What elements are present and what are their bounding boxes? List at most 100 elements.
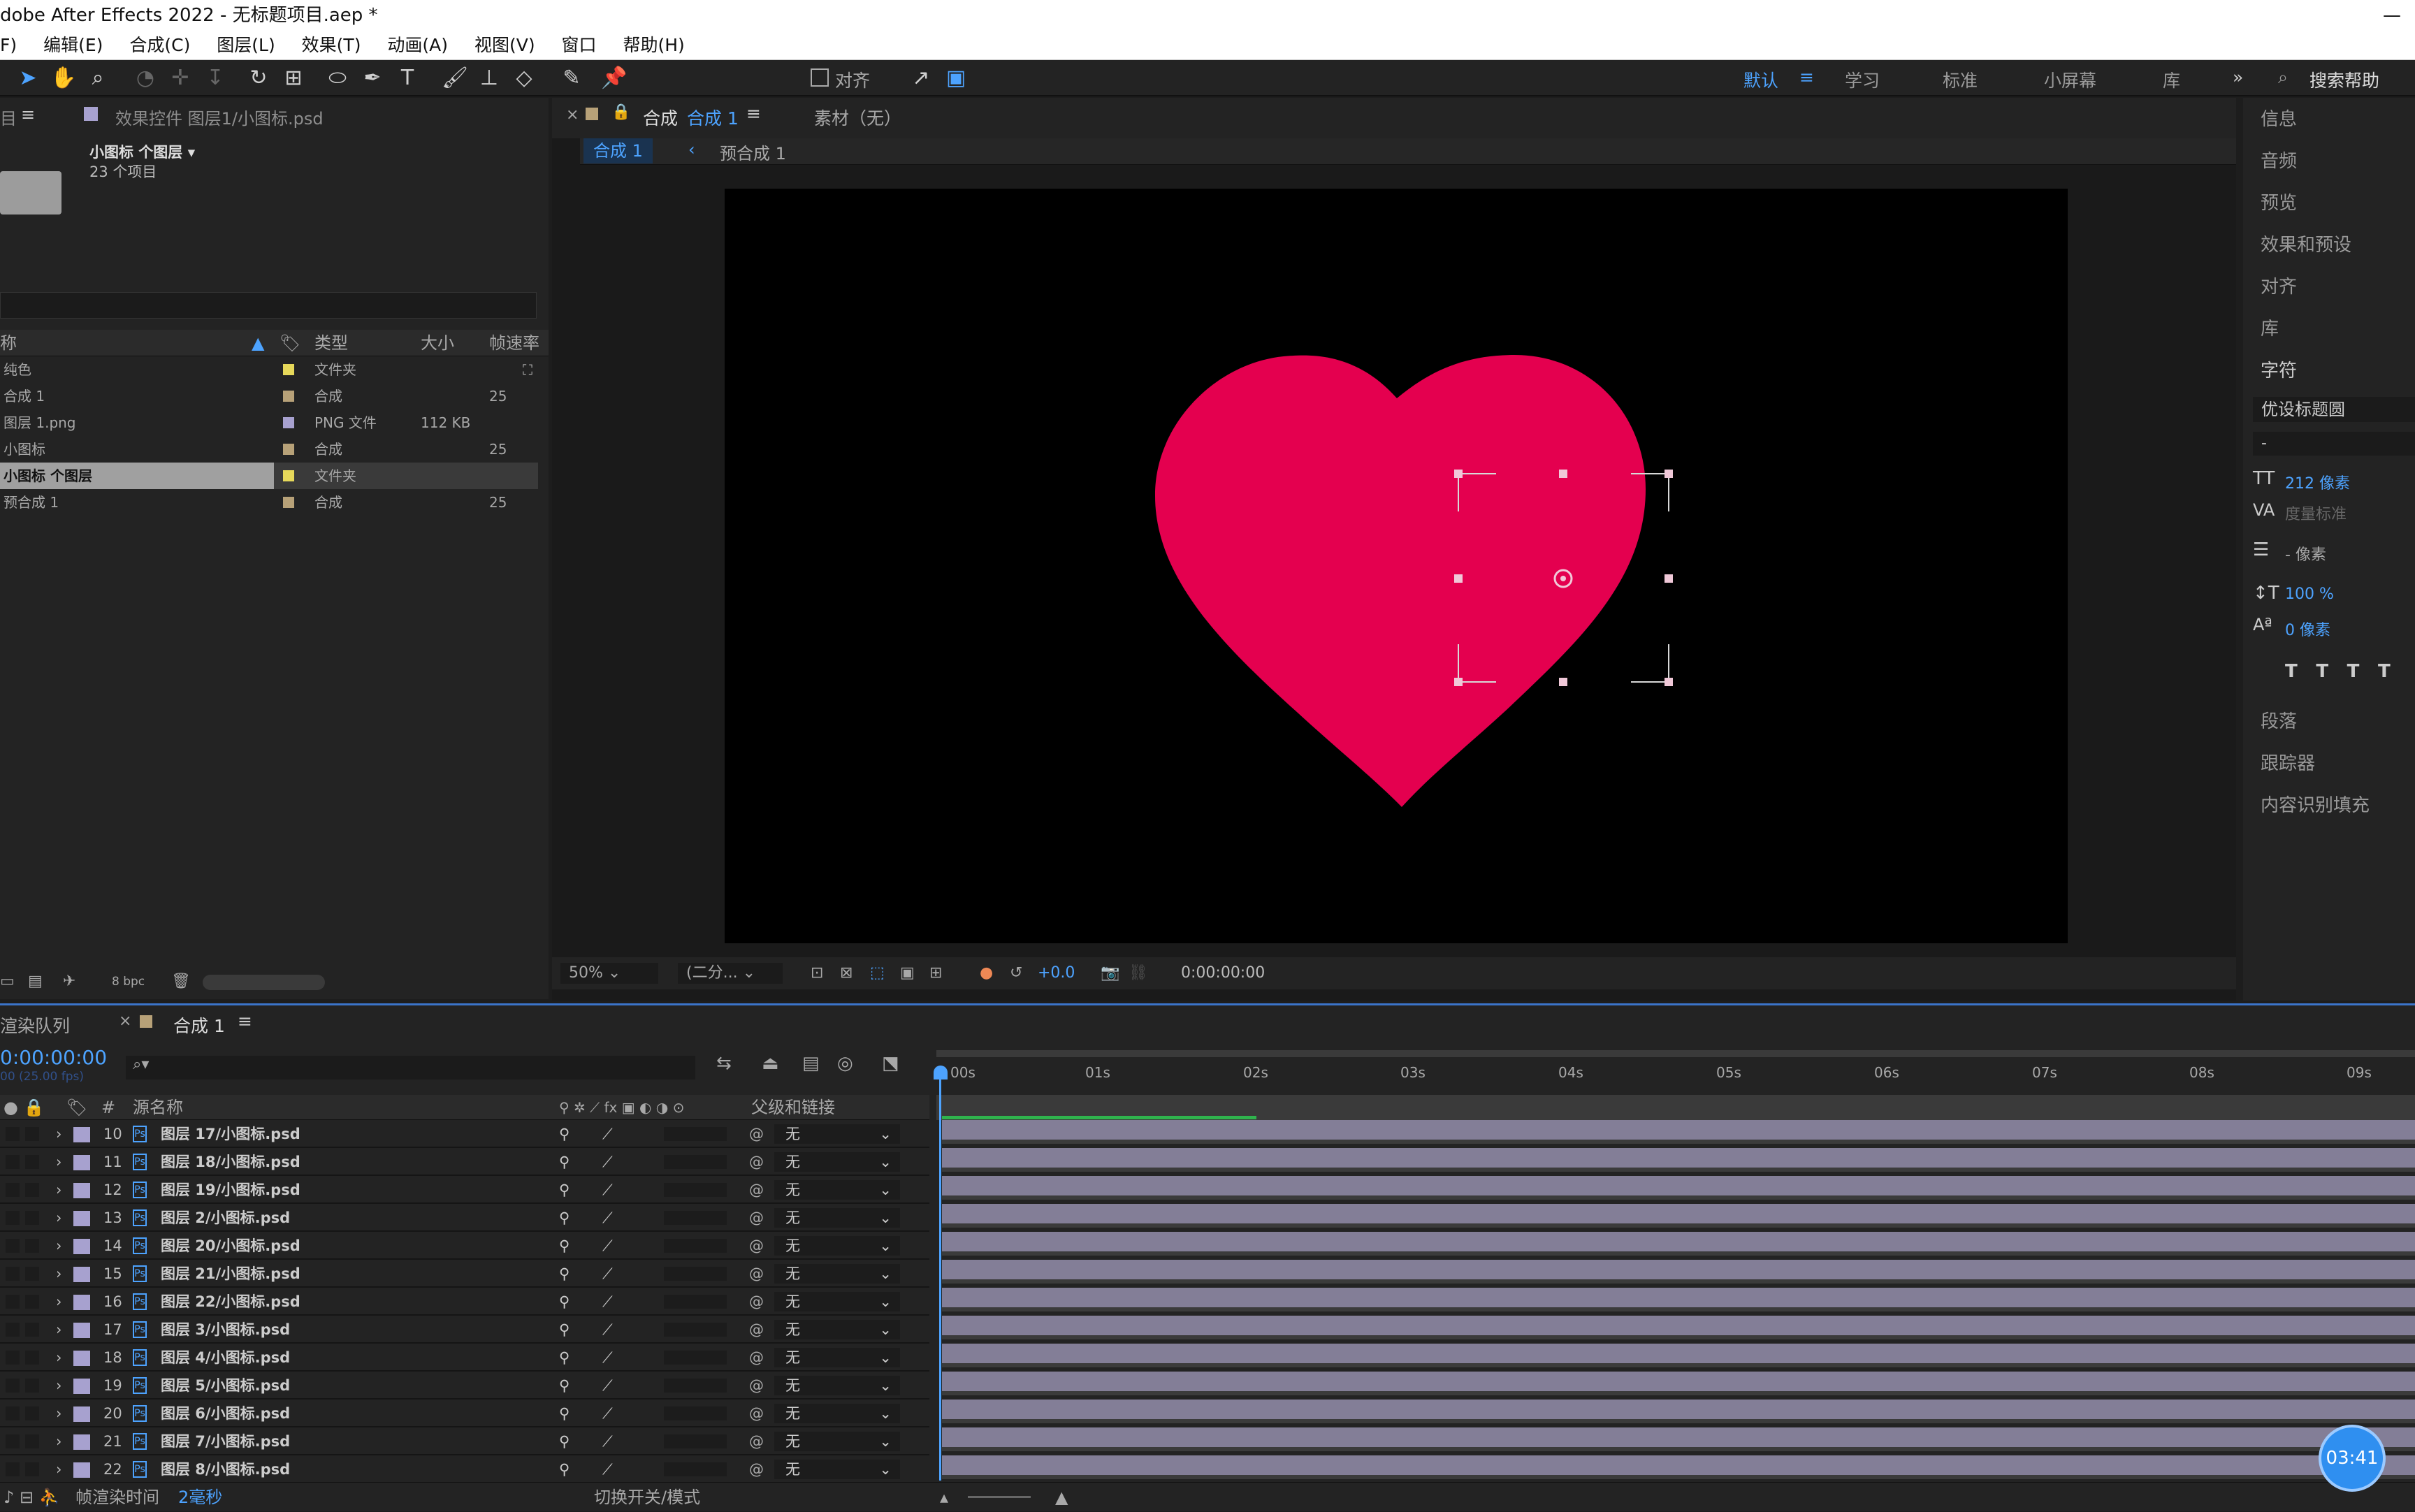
pickwhip-icon[interactable]: @ bbox=[749, 1455, 764, 1483]
new-comp-icon[interactable]: ✈ bbox=[63, 968, 75, 996]
switch-boxes[interactable] bbox=[664, 1211, 727, 1225]
ellipse-tool-icon[interactable]: ⬭ bbox=[325, 66, 350, 91]
label-swatch[interactable] bbox=[73, 1211, 90, 1226]
vertical-scale-value[interactable]: 100 % bbox=[2285, 586, 2334, 603]
clone-stamp-icon[interactable]: ⊥ bbox=[477, 66, 502, 91]
layer-name[interactable]: 图层 8/小图标.psd bbox=[161, 1455, 290, 1483]
layer-name[interactable]: 图层 2/小图标.psd bbox=[161, 1204, 290, 1232]
grid-icon[interactable]: ⊞ bbox=[929, 957, 942, 989]
lock-toggle[interactable] bbox=[25, 1267, 39, 1281]
parent-dropdown[interactable]: 无 ⌄ bbox=[774, 1376, 900, 1395]
lock-toggle[interactable] bbox=[25, 1351, 39, 1365]
expand-arrow-icon[interactable]: › bbox=[56, 1344, 61, 1372]
sort-arrow-icon[interactable]: ▲ bbox=[252, 330, 264, 356]
menu-help[interactable]: 帮助(H) bbox=[623, 35, 685, 55]
shy-switch-icon[interactable]: ⚲ bbox=[559, 1344, 570, 1372]
selection-tool-icon[interactable]: ➤ bbox=[15, 66, 41, 91]
switch-boxes[interactable] bbox=[664, 1406, 727, 1420]
project-item-selected[interactable]: 小图标 个图层 文件夹 bbox=[0, 463, 538, 489]
brush-tool-icon[interactable]: 🖌 bbox=[442, 66, 468, 91]
switch-boxes[interactable] bbox=[664, 1127, 727, 1141]
visibility-toggle[interactable] bbox=[6, 1183, 20, 1197]
layer-duration-bar[interactable] bbox=[942, 1260, 2415, 1284]
expand-arrow-icon[interactable]: › bbox=[56, 1204, 61, 1232]
col-fps[interactable]: 帧速率 bbox=[489, 330, 539, 356]
pickwhip-icon[interactable]: @ bbox=[749, 1372, 764, 1400]
flowchart-icon[interactable]: ⛶ bbox=[523, 356, 532, 383]
pickwhip-icon[interactable]: @ bbox=[749, 1400, 764, 1427]
roto-brush-icon[interactable]: ✎ bbox=[559, 66, 584, 91]
visibility-toggle[interactable] bbox=[6, 1406, 20, 1420]
shy-switch-icon[interactable]: ⚲ bbox=[559, 1176, 570, 1204]
bpc-label[interactable]: 8 bpc bbox=[112, 968, 145, 996]
layer-row[interactable]: › 17 Ps 图层 3/小图标.psd ⚲ ⟋ @ 无 ⌄ bbox=[0, 1316, 929, 1344]
timeline-current-time[interactable]: 0:00:00:00 bbox=[0, 1046, 107, 1069]
project-tab[interactable]: 目 bbox=[0, 105, 17, 129]
quality-switch-icon[interactable]: ⟋ bbox=[602, 1316, 613, 1344]
expand-arrow-icon[interactable]: › bbox=[56, 1316, 61, 1344]
panel-content-aware-fill[interactable]: 内容识别填充 bbox=[2261, 791, 2370, 817]
status-icons[interactable]: ♪ ⊟ ⛹ bbox=[3, 1483, 60, 1512]
label-swatch[interactable] bbox=[73, 1155, 90, 1170]
layer-duration-bar[interactable] bbox=[942, 1455, 2415, 1479]
quality-switch-icon[interactable]: ⟋ bbox=[602, 1427, 613, 1455]
frame-blending-icon[interactable]: ◎ bbox=[837, 1053, 853, 1074]
pickwhip-icon[interactable]: @ bbox=[749, 1288, 764, 1316]
label-swatch[interactable] bbox=[73, 1351, 90, 1366]
quality-switch-icon[interactable]: ⟋ bbox=[602, 1120, 613, 1148]
render-queue-tab[interactable]: 渲染队列 bbox=[0, 1012, 70, 1038]
minimize-button[interactable]: — bbox=[2383, 0, 2401, 31]
kerning-value[interactable]: 度量标准 bbox=[2285, 502, 2347, 524]
eraser-tool-icon[interactable]: ◇ bbox=[512, 66, 537, 91]
quality-switch-icon[interactable]: ⟋ bbox=[602, 1232, 613, 1260]
align-checkbox[interactable] bbox=[811, 68, 829, 87]
layer-name[interactable]: 图层 4/小图标.psd bbox=[161, 1344, 290, 1372]
label-swatch[interactable] bbox=[73, 1295, 90, 1310]
workspace-default[interactable]: 默认 bbox=[1743, 67, 1778, 92]
visibility-toggle[interactable] bbox=[6, 1267, 20, 1281]
layer-row[interactable]: › 10 Ps 图层 17/小图标.psd ⚲ ⟋ @ 无 ⌄ bbox=[0, 1120, 929, 1148]
layer-duration-bar[interactable] bbox=[942, 1427, 2415, 1451]
comp-viewer[interactable] bbox=[725, 189, 2068, 943]
shy-switch-icon[interactable]: ⚲ bbox=[559, 1232, 570, 1260]
parent-dropdown[interactable]: 无 ⌄ bbox=[774, 1320, 900, 1339]
panel-library[interactable]: 库 bbox=[2261, 314, 2279, 340]
interpret-footage-icon[interactable]: ▭ bbox=[0, 968, 15, 996]
layer-search-input[interactable]: ⌕▾ bbox=[126, 1056, 695, 1080]
panel-preview[interactable]: 预览 bbox=[2261, 189, 2297, 215]
reset-exposure-icon[interactable]: ↺ bbox=[1010, 957, 1022, 989]
quality-switch-icon[interactable]: ⟋ bbox=[602, 1148, 613, 1176]
switch-boxes[interactable] bbox=[664, 1267, 727, 1281]
col-parent[interactable]: 父级和链接 bbox=[751, 1095, 835, 1120]
expand-arrow-icon[interactable]: › bbox=[56, 1288, 61, 1316]
thumbnail-slider[interactable] bbox=[203, 975, 325, 990]
pickwhip-icon[interactable]: @ bbox=[749, 1316, 764, 1344]
heart-shape-layer[interactable] bbox=[725, 189, 2068, 943]
layer-duration-bar[interactable] bbox=[942, 1316, 2415, 1339]
switch-boxes[interactable] bbox=[664, 1323, 727, 1337]
lock-toggle[interactable] bbox=[25, 1211, 39, 1225]
snap-target-icon[interactable]: ▣ bbox=[943, 66, 969, 91]
quality-switch-icon[interactable]: ⟋ bbox=[602, 1344, 613, 1372]
menu-layer[interactable]: 图层(L) bbox=[217, 35, 275, 55]
pickwhip-icon[interactable]: @ bbox=[749, 1204, 764, 1232]
pickwhip-icon[interactable]: @ bbox=[749, 1148, 764, 1176]
new-folder-icon[interactable]: ▤ bbox=[28, 968, 43, 996]
layer-row[interactable]: › 15 Ps 图层 21/小图标.psd ⚲ ⟋ @ 无 ⌄ bbox=[0, 1260, 929, 1288]
label-swatch[interactable] bbox=[73, 1323, 90, 1338]
switch-boxes[interactable] bbox=[664, 1434, 727, 1448]
parent-dropdown[interactable]: 无 ⌄ bbox=[774, 1180, 900, 1200]
lock-toggle[interactable] bbox=[25, 1434, 39, 1448]
leading-value[interactable]: - 像素 bbox=[2285, 542, 2326, 565]
rotate-tool-icon[interactable]: ↻ bbox=[246, 66, 271, 91]
quality-switch-icon[interactable]: ⟋ bbox=[602, 1288, 613, 1316]
visibility-toggle[interactable] bbox=[6, 1379, 20, 1393]
comp-panel-menu-icon[interactable]: ≡ bbox=[746, 103, 761, 124]
switch-boxes[interactable] bbox=[664, 1183, 727, 1197]
panel-tracker[interactable]: 跟踪器 bbox=[2261, 749, 2315, 775]
project-item[interactable]: 合成 1 合成 25 bbox=[0, 383, 538, 409]
visibility-toggle[interactable] bbox=[6, 1127, 20, 1141]
quality-switch-icon[interactable]: ⟋ bbox=[602, 1455, 613, 1483]
lock-toggle[interactable] bbox=[25, 1406, 39, 1420]
lock-toggle[interactable] bbox=[25, 1183, 39, 1197]
